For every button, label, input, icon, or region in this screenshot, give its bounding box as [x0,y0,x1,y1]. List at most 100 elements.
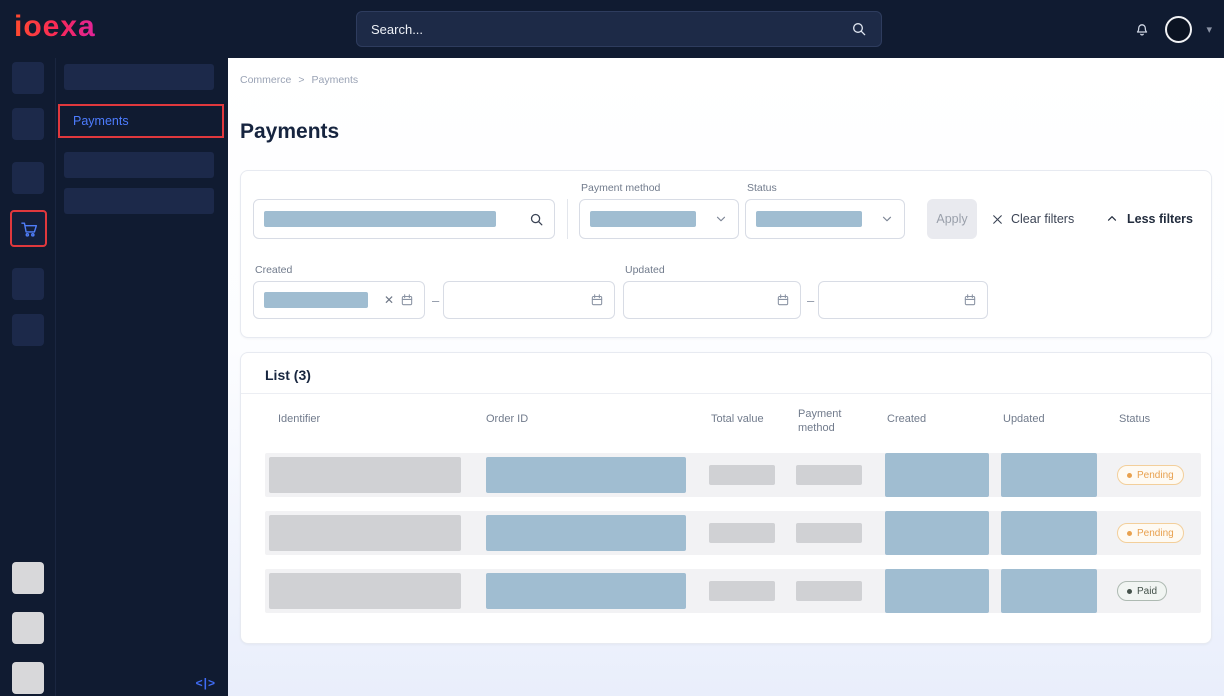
sidebar-menu-item[interactable] [64,64,214,90]
main-content: Commerce > Payments Payments Payment met… [228,58,1224,696]
created-label: Created [255,264,292,276]
created-placeholder [885,511,989,555]
sidebar-menu-item[interactable] [64,188,214,214]
status-label: Pending [1137,528,1174,539]
calendar-icon[interactable] [400,293,414,307]
filter-search-input[interactable] [253,199,555,239]
chevron-down-icon [714,212,728,226]
rail-bottom-item[interactable] [12,662,44,694]
status-badge: Paid [1117,581,1167,601]
status-label: Pending [1137,470,1174,481]
rail-bottom-item[interactable] [12,612,44,644]
sidebar-item-payments-active[interactable]: Payments [58,104,224,138]
col-payment-method: Payment method [798,407,850,436]
order-id-placeholder [486,515,686,551]
col-total-value: Total value [711,413,764,425]
created-from-value-placeholder [264,292,368,308]
divider [567,199,568,239]
collapse-sidebar-icon[interactable]: <|> [196,676,216,690]
page-title: Payments [240,120,339,144]
clear-date-icon[interactable]: ✕ [384,293,394,307]
rail-nav-item[interactable] [12,314,44,346]
total-value-placeholder [709,465,775,485]
updated-placeholder [1001,511,1097,555]
rail-nav-item[interactable] [12,162,44,194]
status-badge: Pending [1117,465,1184,485]
updated-placeholder [1001,453,1097,497]
status-badge: Pending [1117,523,1184,543]
user-avatar[interactable] [1165,16,1192,43]
topbar-actions: ▾ [1133,0,1212,58]
payment-method-placeholder [796,581,862,601]
app-window: ioexa ▾ [0,0,1224,696]
col-created: Created [887,413,926,425]
calendar-icon[interactable] [963,293,977,307]
identifier-placeholder [269,515,461,551]
payment-method-value-placeholder [590,211,696,227]
calendar-icon[interactable] [776,293,790,307]
clear-filters-button[interactable]: Clear filters [991,199,1074,239]
less-filters-toggle[interactable]: Less filters [1105,199,1193,239]
account-menu-chevron-icon[interactable]: ▾ [1206,23,1212,36]
col-updated: Updated [1003,413,1045,425]
apply-button[interactable]: Apply [927,199,977,239]
payment-method-label: Payment method [581,182,660,194]
icon-rail-sidebar [0,58,56,696]
breadcrumb: Commerce > Payments [240,74,358,86]
order-id-placeholder [486,573,686,609]
chevron-down-icon [880,212,894,226]
rail-nav-item[interactable] [12,268,44,300]
search-input[interactable] [371,22,851,37]
table-header: Identifier Order ID Total value Payment … [265,403,1201,447]
status-dot-icon [1127,531,1132,536]
calendar-icon[interactable] [590,293,604,307]
breadcrumb-commerce[interactable]: Commerce [240,74,291,86]
col-order-id: Order ID [486,413,528,425]
global-search[interactable] [356,11,882,47]
search-icon[interactable] [529,212,544,227]
payment-method-select[interactable] [579,199,739,239]
rail-nav-item[interactable] [12,62,44,94]
sidebar-item-label: Payments [73,114,129,128]
payment-method-placeholder [796,523,862,543]
divider [241,393,1211,394]
notifications-bell-icon[interactable] [1133,20,1151,38]
search-value-placeholder [264,211,496,227]
identifier-placeholder [269,457,461,493]
topbar: ioexa ▾ [0,0,1224,58]
payment-method-placeholder [796,465,862,485]
table-row[interactable]: Paid [265,569,1201,613]
sidebar-menu-item[interactable] [64,152,214,178]
status-select[interactable] [745,199,905,239]
table-row[interactable]: Pending [265,511,1201,555]
list-title: List (3) [265,367,311,383]
breadcrumb-payments[interactable]: Payments [311,74,358,86]
status-dot-icon [1127,473,1132,478]
rail-nav-item-commerce-active[interactable] [10,210,47,247]
search-icon[interactable] [851,21,867,37]
created-placeholder [885,453,989,497]
col-identifier: Identifier [278,413,320,425]
total-value-placeholder [709,523,775,543]
chevron-up-icon [1105,212,1119,226]
table-row[interactable]: Pending [265,453,1201,497]
updated-to-date-input[interactable] [818,281,988,319]
status-dot-icon [1127,589,1132,594]
created-to-date-input[interactable] [443,281,615,319]
created-from-date-input[interactable]: ✕ [253,281,425,319]
status-label: Paid [1137,586,1157,597]
date-range-separator: – [432,281,439,319]
identifier-placeholder [269,573,461,609]
created-placeholder [885,569,989,613]
updated-from-date-input[interactable] [623,281,801,319]
rail-nav-item[interactable] [12,108,44,140]
close-icon [991,213,1004,226]
less-filters-label: Less filters [1127,212,1193,226]
rail-bottom-item[interactable] [12,562,44,594]
status-value-placeholder [756,211,862,227]
col-status: Status [1119,413,1150,425]
updated-label: Updated [625,264,665,276]
brand-logo[interactable]: ioexa [14,10,96,44]
filters-panel: Payment method Status Apply Clear fil [240,170,1212,338]
date-range-separator: – [807,281,814,319]
